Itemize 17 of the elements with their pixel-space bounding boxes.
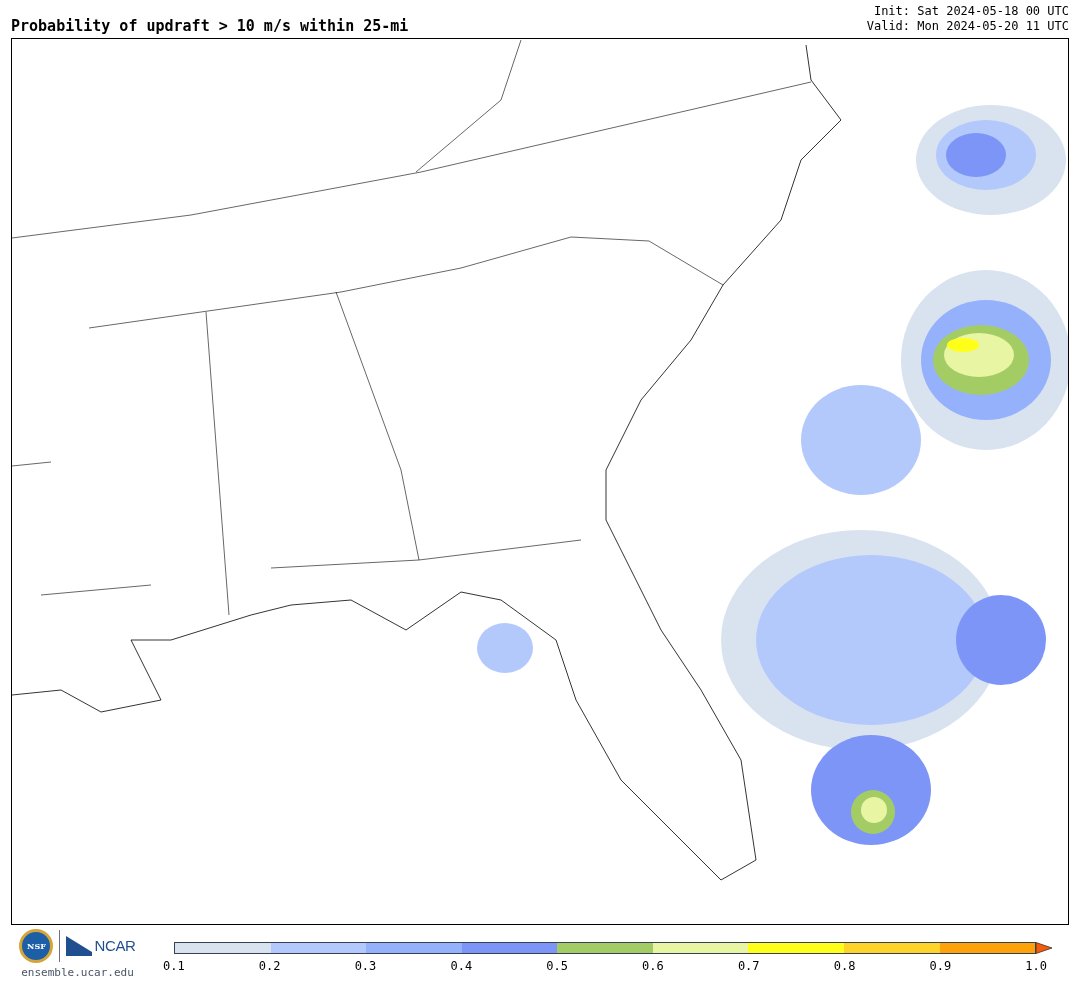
nsf-logo: NSF <box>19 929 54 963</box>
site-url: ensemble.ucar.edu <box>21 965 134 981</box>
tick-label: 0.8 <box>833 958 856 975</box>
tick-label: 0.3 <box>354 958 377 975</box>
tick-label: 0.9 <box>929 958 952 975</box>
ncar-emblem-icon <box>66 936 93 956</box>
tick-label: 0.4 <box>450 958 473 975</box>
ncar-wordmark: NCAR <box>94 935 136 956</box>
tick-label: 0.2 <box>258 958 281 975</box>
valid-time: Valid: Mon 2024-05-20 11 UTC <box>866 19 1069 34</box>
tick-label: 0.1 <box>163 958 185 975</box>
chart-title: Probability of updraft > 10 m/s within 25-mi <box>11 19 409 34</box>
tick-label: 0.6 <box>642 958 664 975</box>
init-time: Init: Sat 2024-05-18 00 UTC <box>873 4 1069 19</box>
tick-label: 0.5 <box>546 958 568 975</box>
tick-label: 0.7 <box>737 958 760 975</box>
tick-label: 1.0 <box>1025 958 1047 975</box>
